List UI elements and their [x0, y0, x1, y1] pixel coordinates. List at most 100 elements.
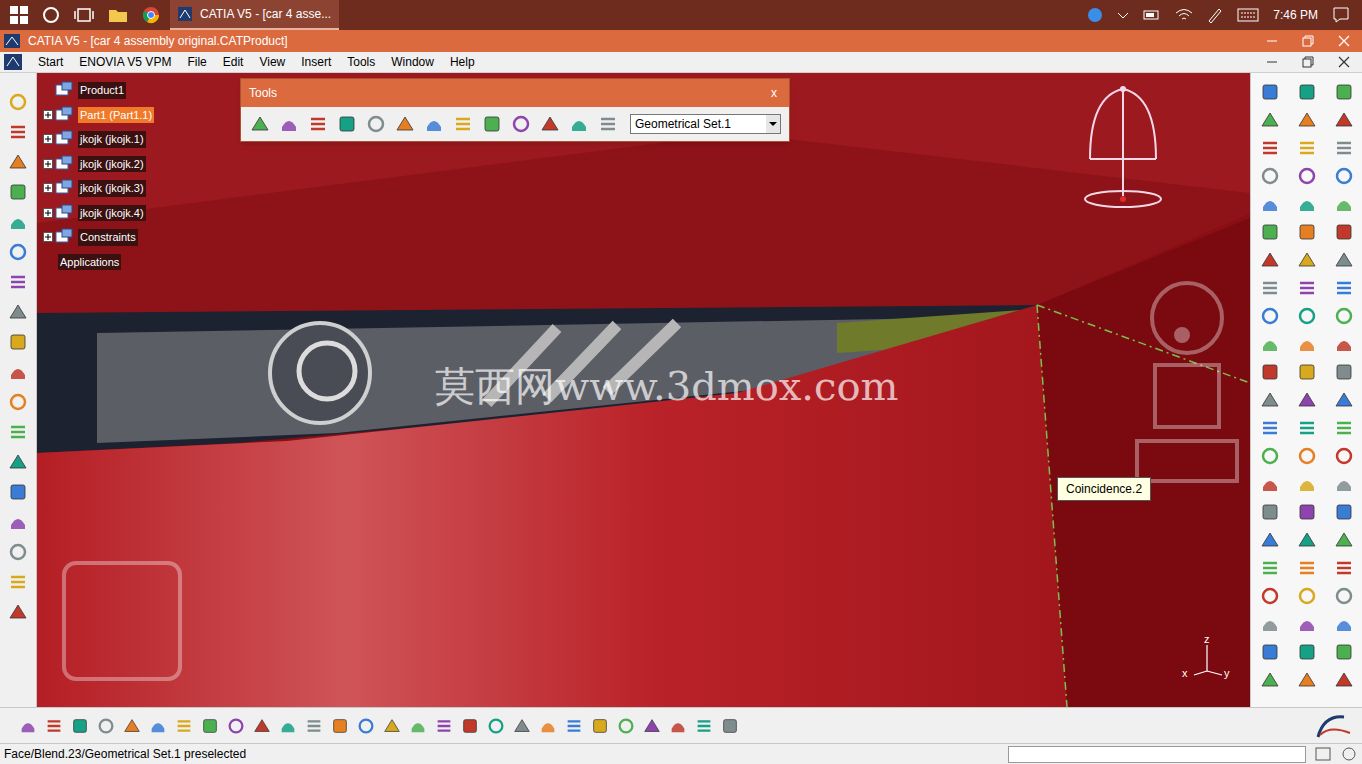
expand-icon[interactable]: [43, 134, 53, 144]
tool-icon[interactable]: [1259, 109, 1281, 131]
restore-icon[interactable]: [1302, 56, 1314, 68]
tool-icon[interactable]: [174, 716, 194, 736]
tool-icon[interactable]: [7, 571, 29, 593]
tool-icon[interactable]: [1296, 473, 1318, 495]
tool-icon[interactable]: [434, 716, 454, 736]
close-icon[interactable]: [1338, 35, 1350, 47]
tool-icon[interactable]: [1259, 669, 1281, 691]
tool-icon[interactable]: [394, 113, 416, 135]
keyboard-icon[interactable]: [1237, 8, 1259, 22]
command-input[interactable]: [1008, 746, 1306, 763]
tool-icon[interactable]: [408, 716, 428, 736]
chevron-icon[interactable]: [1117, 9, 1129, 21]
tool-icon[interactable]: [1333, 557, 1355, 579]
tool-icon[interactable]: [1296, 501, 1318, 523]
tool-icon[interactable]: [1333, 221, 1355, 243]
expand-icon[interactable]: [43, 183, 53, 193]
tool-icon[interactable]: [1333, 501, 1355, 523]
onedrive-icon[interactable]: [1087, 7, 1103, 23]
tool-icon[interactable]: [1296, 361, 1318, 383]
tool-icon[interactable]: [1296, 137, 1318, 159]
tool-icon[interactable]: [252, 716, 272, 736]
tool-icon[interactable]: [512, 716, 532, 736]
tool-icon[interactable]: [365, 113, 387, 135]
tool-icon[interactable]: [1259, 557, 1281, 579]
tool-icon[interactable]: [481, 113, 503, 135]
tool-icon[interactable]: [7, 541, 29, 563]
tree-label[interactable]: jkojk (jkojk.2): [78, 156, 146, 173]
tool-icon[interactable]: [1296, 669, 1318, 691]
tool-icon[interactable]: [1296, 165, 1318, 187]
tree-item[interactable]: Constraints: [42, 225, 154, 250]
tool-icon[interactable]: [564, 716, 584, 736]
tool-icon[interactable]: [1333, 473, 1355, 495]
menu-item[interactable]: Start: [30, 53, 71, 71]
tool-icon[interactable]: [356, 716, 376, 736]
tool-icon[interactable]: [1333, 165, 1355, 187]
tool-icon[interactable]: [1333, 193, 1355, 215]
tool-icon[interactable]: [1296, 389, 1318, 411]
tool-icon[interactable]: [1259, 361, 1281, 383]
tool-icon[interactable]: [1333, 529, 1355, 551]
tool-icon[interactable]: [278, 716, 298, 736]
tools-toolbar[interactable]: Toolsx Geometrical Set.1: [240, 78, 790, 142]
menu-item[interactable]: View: [251, 53, 293, 71]
tool-icon[interactable]: [330, 716, 350, 736]
tool-icon[interactable]: [1259, 81, 1281, 103]
windows-icon[interactable]: [10, 6, 28, 24]
tool-icon[interactable]: [7, 601, 29, 623]
menu-item[interactable]: File: [179, 53, 214, 71]
tool-icon[interactable]: [7, 181, 29, 203]
tool-icon[interactable]: [7, 301, 29, 323]
tool-icon[interactable]: [1259, 165, 1281, 187]
minimize-icon[interactable]: [1266, 56, 1278, 68]
tool-icon[interactable]: [307, 113, 329, 135]
tool-icon[interactable]: [1259, 221, 1281, 243]
tool-icon[interactable]: [1296, 221, 1318, 243]
tree-item[interactable]: Product1: [42, 78, 154, 103]
tool-icon[interactable]: [1333, 249, 1355, 271]
tool-icon[interactable]: [452, 113, 474, 135]
tool-icon[interactable]: [200, 716, 220, 736]
tool-icon[interactable]: [1259, 641, 1281, 663]
tool-icon[interactable]: [510, 113, 532, 135]
tool-icon[interactable]: [7, 121, 29, 143]
tool-icon[interactable]: [278, 113, 300, 135]
tool-icon[interactable]: [1259, 529, 1281, 551]
clock[interactable]: 7:46 PM: [1273, 6, 1318, 24]
menu-item[interactable]: Tools: [339, 53, 383, 71]
catia-doc-icon[interactable]: [4, 54, 22, 70]
tool-icon[interactable]: [597, 113, 619, 135]
tool-icon[interactable]: [1333, 669, 1355, 691]
tool-icon[interactable]: [336, 113, 358, 135]
tool-icon[interactable]: [1296, 641, 1318, 663]
tool-icon[interactable]: [7, 451, 29, 473]
menu-item[interactable]: Help: [442, 53, 483, 71]
tool-icon[interactable]: [1259, 305, 1281, 327]
folder-icon[interactable]: [108, 6, 128, 24]
tool-icon[interactable]: [539, 113, 561, 135]
compass-icon[interactable]: [1080, 81, 1170, 211]
geometrical-set-dropdown[interactable]: Geometrical Set.1: [630, 114, 781, 134]
toolbar-title-bar[interactable]: Toolsx: [241, 79, 789, 107]
tree-item[interactable]: jkojk (jkojk.3): [42, 176, 154, 201]
tool-icon[interactable]: [1296, 193, 1318, 215]
tool-icon[interactable]: [1333, 445, 1355, 467]
tool-icon[interactable]: [720, 716, 740, 736]
menu-item[interactable]: Edit: [215, 53, 252, 71]
tool-icon[interactable]: [423, 113, 445, 135]
tree-label[interactable]: jkojk (jkojk.3): [78, 180, 146, 197]
tool-icon[interactable]: [1259, 137, 1281, 159]
restore-icon[interactable]: [1302, 35, 1314, 47]
tool-icon[interactable]: [1259, 613, 1281, 635]
tree-item[interactable]: Applications: [42, 250, 154, 275]
tool-icon[interactable]: [7, 271, 29, 293]
tool-icon[interactable]: [1333, 585, 1355, 607]
viewport[interactable]: 莫西网www.3dmox.comCoincidence.2zxyProduct1…: [37, 73, 1250, 707]
tool-icon[interactable]: [1296, 277, 1318, 299]
menu-item[interactable]: ENOVIA V5 VPM: [71, 53, 179, 71]
tool-icon[interactable]: [1259, 277, 1281, 299]
task-view-icon[interactable]: [74, 6, 94, 24]
tool-icon[interactable]: [18, 716, 38, 736]
tool-icon[interactable]: [1296, 529, 1318, 551]
